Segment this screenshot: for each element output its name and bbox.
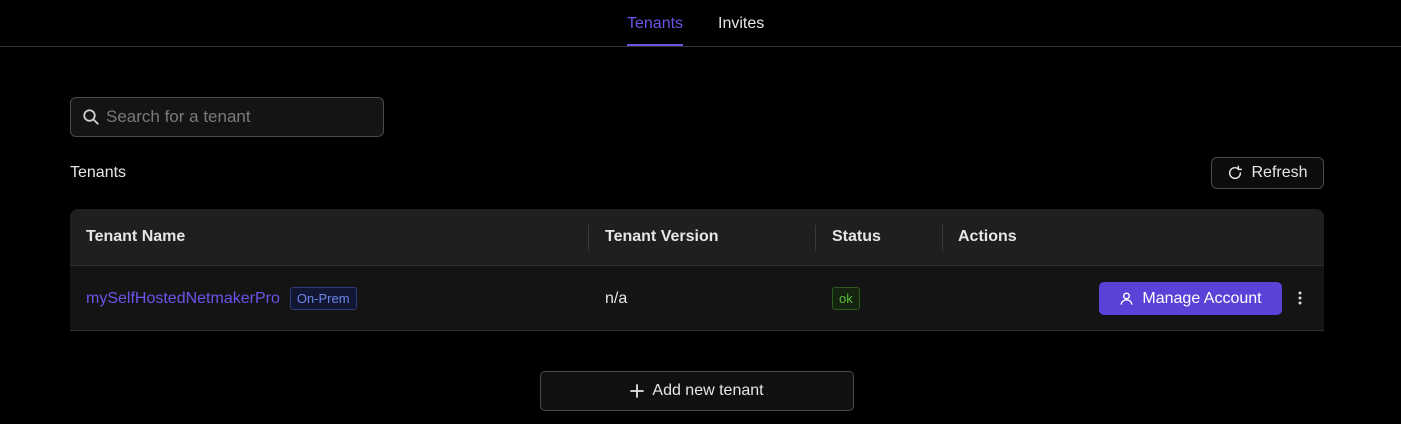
tenant-name-link[interactable]: mySelfHostedNetmakerPro	[86, 290, 280, 308]
more-vertical-icon	[1298, 291, 1302, 305]
plus-icon	[630, 384, 645, 398]
search-icon	[83, 109, 99, 125]
table-header: Tenant Name Tenant Version Status Action…	[70, 209, 1324, 266]
refresh-button[interactable]: Refresh	[1211, 157, 1324, 189]
column-divider	[588, 225, 589, 251]
tab-tenants[interactable]: Tenants	[627, 14, 684, 46]
section-title: Tenants	[70, 164, 127, 181]
search-box[interactable]	[70, 97, 384, 137]
manage-account-label: Manage Account	[1142, 289, 1262, 307]
refresh-label: Refresh	[1251, 164, 1308, 181]
more-actions-button[interactable]	[1292, 286, 1308, 310]
search-input[interactable]	[106, 107, 366, 127]
tenant-version-cell: n/a	[605, 266, 627, 331]
table-row: mySelfHostedNetmakerPro On-Prem n/a ok M…	[70, 266, 1324, 331]
top-tabs: Tenants Invites	[0, 0, 1401, 47]
tab-invites[interactable]: Invites	[718, 14, 764, 44]
column-divider	[942, 225, 943, 251]
column-header-tenant-name: Tenant Name	[86, 228, 186, 245]
column-divider	[815, 225, 816, 251]
tenant-name-cell: mySelfHostedNetmakerPro On-Prem	[86, 266, 357, 331]
column-header-actions: Actions	[958, 228, 1017, 245]
manage-account-button[interactable]: Manage Account	[1099, 282, 1282, 315]
status-badge: ok	[832, 287, 860, 310]
add-new-tenant-label: Add new tenant	[652, 382, 764, 399]
column-header-tenant-version: Tenant Version	[605, 228, 719, 245]
refresh-icon	[1229, 165, 1243, 180]
user-icon	[1120, 292, 1133, 305]
add-new-tenant-button[interactable]: Add new tenant	[540, 371, 854, 411]
tenant-version-value: n/a	[605, 289, 628, 307]
status-cell: ok	[832, 266, 860, 331]
column-header-status: Status	[832, 228, 881, 245]
tenants-table: Tenant Name Tenant Version Status Action…	[70, 209, 1324, 331]
on-prem-badge: On-Prem	[289, 287, 357, 310]
